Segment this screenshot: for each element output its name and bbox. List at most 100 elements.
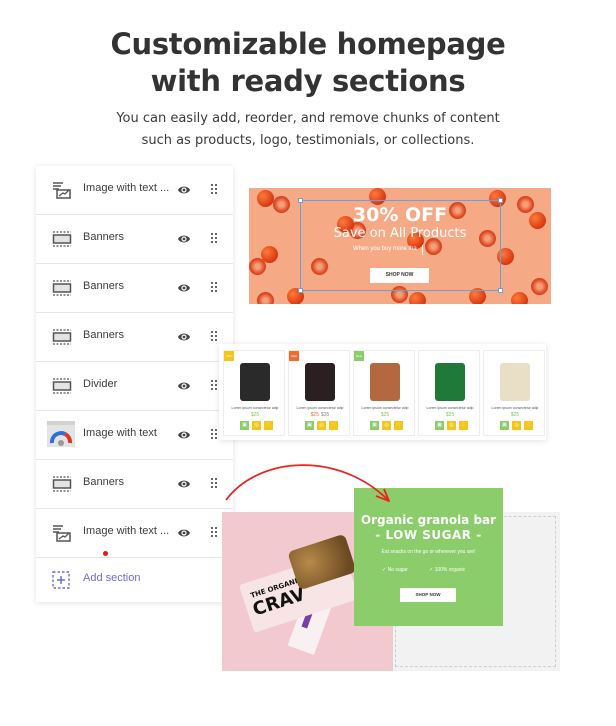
search-button[interactable]: ◎ <box>317 421 326 430</box>
eye-icon[interactable] <box>177 527 191 539</box>
product-price: $25 <box>419 412 481 418</box>
section-row[interactable]: Divider <box>36 362 233 411</box>
section-row[interactable]: Banners <box>36 460 233 509</box>
search-button[interactable]: ◎ <box>252 421 261 430</box>
section-label: Banners <box>83 329 124 341</box>
section-row[interactable]: Image with text ... <box>36 509 233 558</box>
cart-button[interactable]: ▣ <box>240 421 249 430</box>
drag-handle-icon[interactable] <box>211 429 217 439</box>
product-name[interactable]: Lorem ipsum consectetur adip <box>354 406 416 410</box>
product-image[interactable] <box>370 363 400 401</box>
promo-text-input[interactable]: When you buy more tha <box>353 246 417 252</box>
eye-icon[interactable] <box>177 233 191 245</box>
product-name[interactable]: Lorem ipsum consectetur adip <box>289 406 351 410</box>
headline-line-2: with ready sections <box>150 64 466 98</box>
product-name[interactable]: Lorem ipsum consectetur adip <box>224 406 286 410</box>
current-price: $25 <box>250 412 260 418</box>
eye-icon[interactable] <box>177 429 191 441</box>
product-card[interactable]: Lorem ipsum consectetur adip $25 ▣ ◎ ♡ <box>483 350 545 436</box>
drag-handle-icon[interactable] <box>211 478 217 488</box>
add-section-button[interactable]: Add section <box>36 558 233 602</box>
promo-shop-now-button[interactable]: SHOP NOW <box>370 268 429 283</box>
section-row[interactable]: Image with text ... <box>36 166 233 215</box>
section-label: Image with text ... <box>83 525 170 537</box>
resize-handle-top-left[interactable] <box>298 198 303 203</box>
heart-icon: ♡ <box>331 422 336 428</box>
product-image[interactable] <box>500 363 530 401</box>
drag-handle-icon[interactable] <box>211 282 217 292</box>
drag-handle-icon[interactable] <box>211 527 217 537</box>
eye-icon[interactable] <box>177 331 191 343</box>
product-card[interactable]: Sale Lorem ipsum consectetur adip $25 $35 ▣ ◎… <box>288 350 350 436</box>
feature-no-sugar: ✓ No sugar <box>382 567 408 573</box>
product-image[interactable] <box>305 363 335 401</box>
section-label: Image with text <box>83 427 157 439</box>
resize-handle-bottom-right[interactable] <box>498 288 503 293</box>
resize-handle-top-right[interactable] <box>498 198 503 203</box>
eye-icon[interactable] <box>177 282 191 294</box>
resize-handle-bottom-left[interactable] <box>298 288 303 293</box>
heart-button[interactable]: ♡ <box>264 421 273 430</box>
product-price: $25 <box>354 412 416 418</box>
section-row[interactable]: Image with text <box>36 411 233 460</box>
product-badge: -30% <box>224 351 234 361</box>
search-button[interactable]: ◎ <box>382 421 391 430</box>
heart-button[interactable]: ♡ <box>394 421 403 430</box>
drag-handle-icon[interactable] <box>211 380 217 390</box>
headline-line-1: Customizable homepage <box>110 27 506 61</box>
tomato-image <box>531 278 548 295</box>
subheadline: You can easily add, reorder, and remove … <box>0 108 616 152</box>
promo-subtitle: Save on All Products <box>333 226 467 241</box>
cart-button[interactable]: ▣ <box>370 421 379 430</box>
feature-organic: ✓ 100% organic <box>429 567 466 573</box>
eye-icon[interactable] <box>177 184 191 196</box>
heart-button[interactable]: ♡ <box>329 421 338 430</box>
search-icon: ◎ <box>514 422 519 428</box>
banner-icon <box>52 230 72 248</box>
cart-button[interactable]: ▣ <box>500 421 509 430</box>
cart-button[interactable]: ▣ <box>305 421 314 430</box>
section-row[interactable]: Banners <box>36 264 233 313</box>
add-section-label: Add section <box>83 572 141 584</box>
promo-banner[interactable]: 30% OFF Save on All Products When you bu… <box>249 188 551 304</box>
heart-button[interactable]: ♡ <box>524 421 533 430</box>
product-grid: -30% Lorem ipsum consectetur adip $25 ▣ ◎ ♡ Sa… <box>219 344 546 440</box>
search-button[interactable]: ◎ <box>512 421 521 430</box>
subheadline-line-2: such as products, logo, testimonials, or… <box>141 133 475 148</box>
section-label: Banners <box>83 280 124 292</box>
product-name[interactable]: Lorem ipsum consectetur adip <box>484 406 546 410</box>
product-actions: ▣ ◎ ♡ <box>500 421 534 430</box>
product-name[interactable]: Lorem ipsum consectetur adip <box>419 406 481 410</box>
product-price: $25 $35 <box>289 412 351 418</box>
heart-icon: ♡ <box>461 422 466 428</box>
drag-handle-icon[interactable] <box>211 184 217 194</box>
search-icon: ◎ <box>384 422 389 428</box>
product-badge: Sale <box>289 351 299 361</box>
eye-icon[interactable] <box>177 380 191 392</box>
headline: Customizable homepage with ready section… <box>0 26 616 100</box>
product-image[interactable] <box>240 363 270 401</box>
product-actions: ▣ ◎ ♡ <box>240 421 274 430</box>
granola-text-card[interactable]: Organic granola bar - LOW SUGAR - Eat sn… <box>354 488 503 626</box>
eye-icon[interactable] <box>177 478 191 490</box>
drag-handle-icon[interactable] <box>211 331 217 341</box>
search-button[interactable]: ◎ <box>447 421 456 430</box>
cart-icon: ▣ <box>502 422 507 428</box>
promo-title: 30% OFF <box>352 204 448 226</box>
heart-icon: ♡ <box>526 422 531 428</box>
granola-shop-now-button[interactable]: SHOP NOW <box>400 588 456 602</box>
heart-button[interactable]: ♡ <box>459 421 468 430</box>
product-card[interactable]: Lorem ipsum consectetur adip $25 ▣ ◎ ♡ <box>418 350 480 436</box>
cart-button[interactable]: ▣ <box>435 421 444 430</box>
section-row[interactable]: Banners <box>36 215 233 264</box>
product-card[interactable]: New Lorem ipsum consectetur adip $25 ▣ ◎ ♡ <box>353 350 415 436</box>
tomato-image <box>409 292 426 304</box>
section-row[interactable]: Banners <box>36 313 233 362</box>
old-price: $35 <box>321 412 330 418</box>
product-image[interactable] <box>435 363 465 401</box>
granola-text: Eat snacks on the go or wherever you are… <box>381 549 476 555</box>
drag-handle-icon[interactable] <box>211 233 217 243</box>
product-actions: ▣ ◎ ♡ <box>370 421 404 430</box>
banner-icon <box>52 475 72 493</box>
product-card[interactable]: -30% Lorem ipsum consectetur adip $25 ▣ ◎ ♡ <box>223 350 285 436</box>
